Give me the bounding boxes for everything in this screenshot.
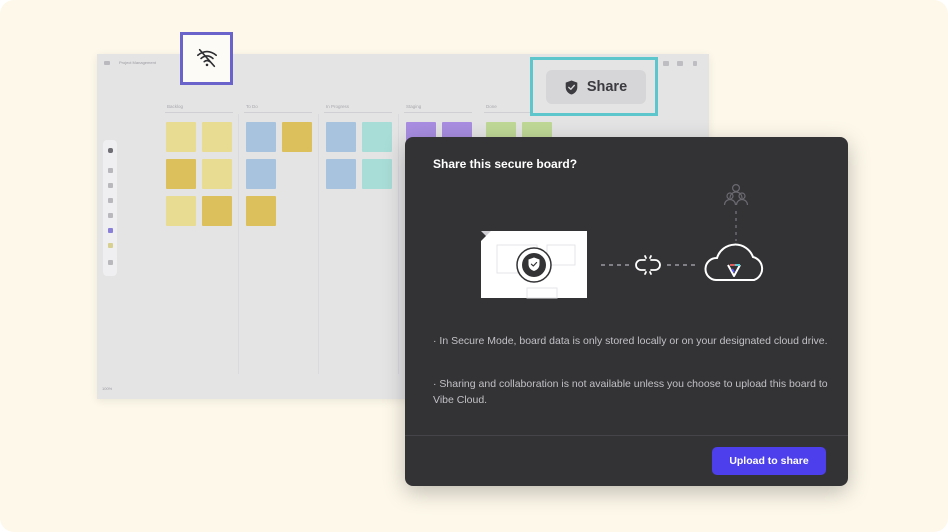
share-dialog: Share this secure board? · In Secure Mod… (405, 137, 848, 486)
sticky-note[interactable] (166, 159, 196, 189)
hand-tool-icon[interactable] (108, 148, 113, 153)
column-underline (244, 112, 312, 113)
sticky-note[interactable] (362, 159, 392, 189)
column-underline (324, 112, 392, 113)
users-icon (723, 183, 749, 206)
sticky-note[interactable] (362, 122, 392, 152)
sticky-tool-icon[interactable] (108, 243, 113, 248)
image-tool-icon[interactable] (108, 260, 113, 265)
sticky-note[interactable] (246, 122, 276, 152)
column-header-in-progress: In Progress (326, 104, 350, 109)
menu-icon[interactable] (104, 61, 110, 65)
sticky-note[interactable] (246, 159, 276, 189)
shield-check-icon (565, 80, 578, 94)
zoom-level[interactable]: 100% (102, 386, 112, 391)
sticky-note[interactable] (166, 122, 196, 152)
column-divider (238, 114, 239, 374)
sticky-note[interactable] (282, 122, 312, 152)
column-underline (404, 112, 472, 113)
dialog-footer-divider (405, 435, 848, 436)
share-button-label: Share (586, 79, 628, 95)
sticky-note[interactable] (246, 196, 276, 226)
upload-to-share-button[interactable]: Upload to share (712, 447, 826, 475)
canvas-stage: Project Management Backlog To Do In Prog… (0, 0, 948, 532)
secure-board-illustration (481, 183, 764, 299)
sticky-note[interactable] (202, 122, 232, 152)
sticky-note[interactable] (326, 159, 356, 189)
column-header-todo: To Do (246, 104, 258, 109)
column-header-done: Done (486, 104, 497, 109)
column-divider (318, 114, 319, 374)
wifi-off-icon (197, 48, 217, 68)
text-tool-icon[interactable] (108, 183, 113, 188)
sticky-note[interactable] (202, 196, 232, 226)
broken-link-icon (635, 255, 661, 275)
column-header-staging: Staging (406, 104, 422, 109)
share-highlight: Share (530, 57, 658, 116)
left-toolbar (103, 140, 117, 276)
sticky-note[interactable] (202, 159, 232, 189)
column-header-backlog: Backlog (167, 104, 184, 109)
sticky-note[interactable] (166, 196, 196, 226)
board-document-icon (481, 231, 587, 299)
column-divider (398, 114, 399, 374)
grid-icon[interactable] (663, 61, 669, 66)
info-text-secure-mode: · In Secure Mode, board data is only sto… (433, 335, 828, 347)
select-tool-icon[interactable] (108, 168, 113, 173)
offline-indicator (180, 32, 233, 85)
info-text-collaboration: · Sharing and collaboration is not avail… (433, 378, 828, 406)
cloud-icon (704, 243, 764, 281)
share-button[interactable]: Share (546, 70, 646, 104)
color-swatch-icon[interactable] (108, 228, 113, 233)
more-icon[interactable] (693, 61, 697, 66)
pen-tool-icon[interactable] (108, 213, 113, 218)
board-title: Project Management (119, 60, 156, 65)
column-underline (165, 112, 233, 113)
sticky-note[interactable] (326, 122, 356, 152)
shape-tool-icon[interactable] (108, 198, 113, 203)
layout-icon[interactable] (677, 61, 683, 66)
